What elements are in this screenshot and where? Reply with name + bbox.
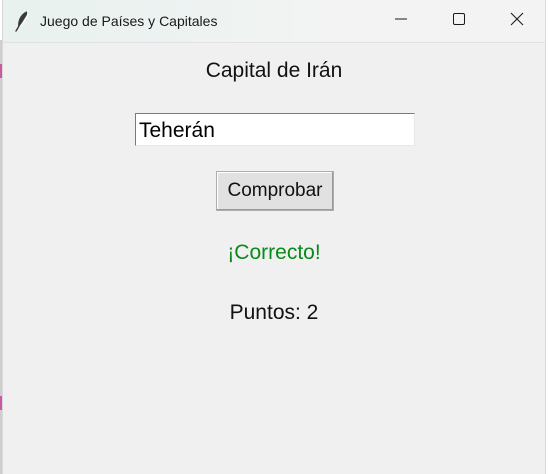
title-bar[interactable]: Juego de Países y Capitales — [3, 0, 545, 43]
minimize-button[interactable] — [372, 0, 430, 42]
window-title: Juego de Países y Capitales — [40, 13, 218, 29]
minimize-icon — [395, 12, 407, 30]
maximize-icon — [453, 12, 465, 30]
answer-input[interactable] — [135, 113, 415, 146]
question-label: Capital de Irán — [205, 59, 343, 82]
score-label: Puntos: 2 — [229, 301, 319, 324]
app-window: Juego de Países y Capitales Capital de I… — [2, 0, 546, 474]
feather-icon — [13, 10, 33, 32]
feedback-label: ¡Correcto! — [227, 241, 321, 264]
close-icon — [510, 12, 524, 31]
check-button[interactable]: Comprobar — [216, 171, 334, 211]
close-button[interactable] — [488, 0, 546, 42]
maximize-button[interactable] — [430, 0, 488, 42]
